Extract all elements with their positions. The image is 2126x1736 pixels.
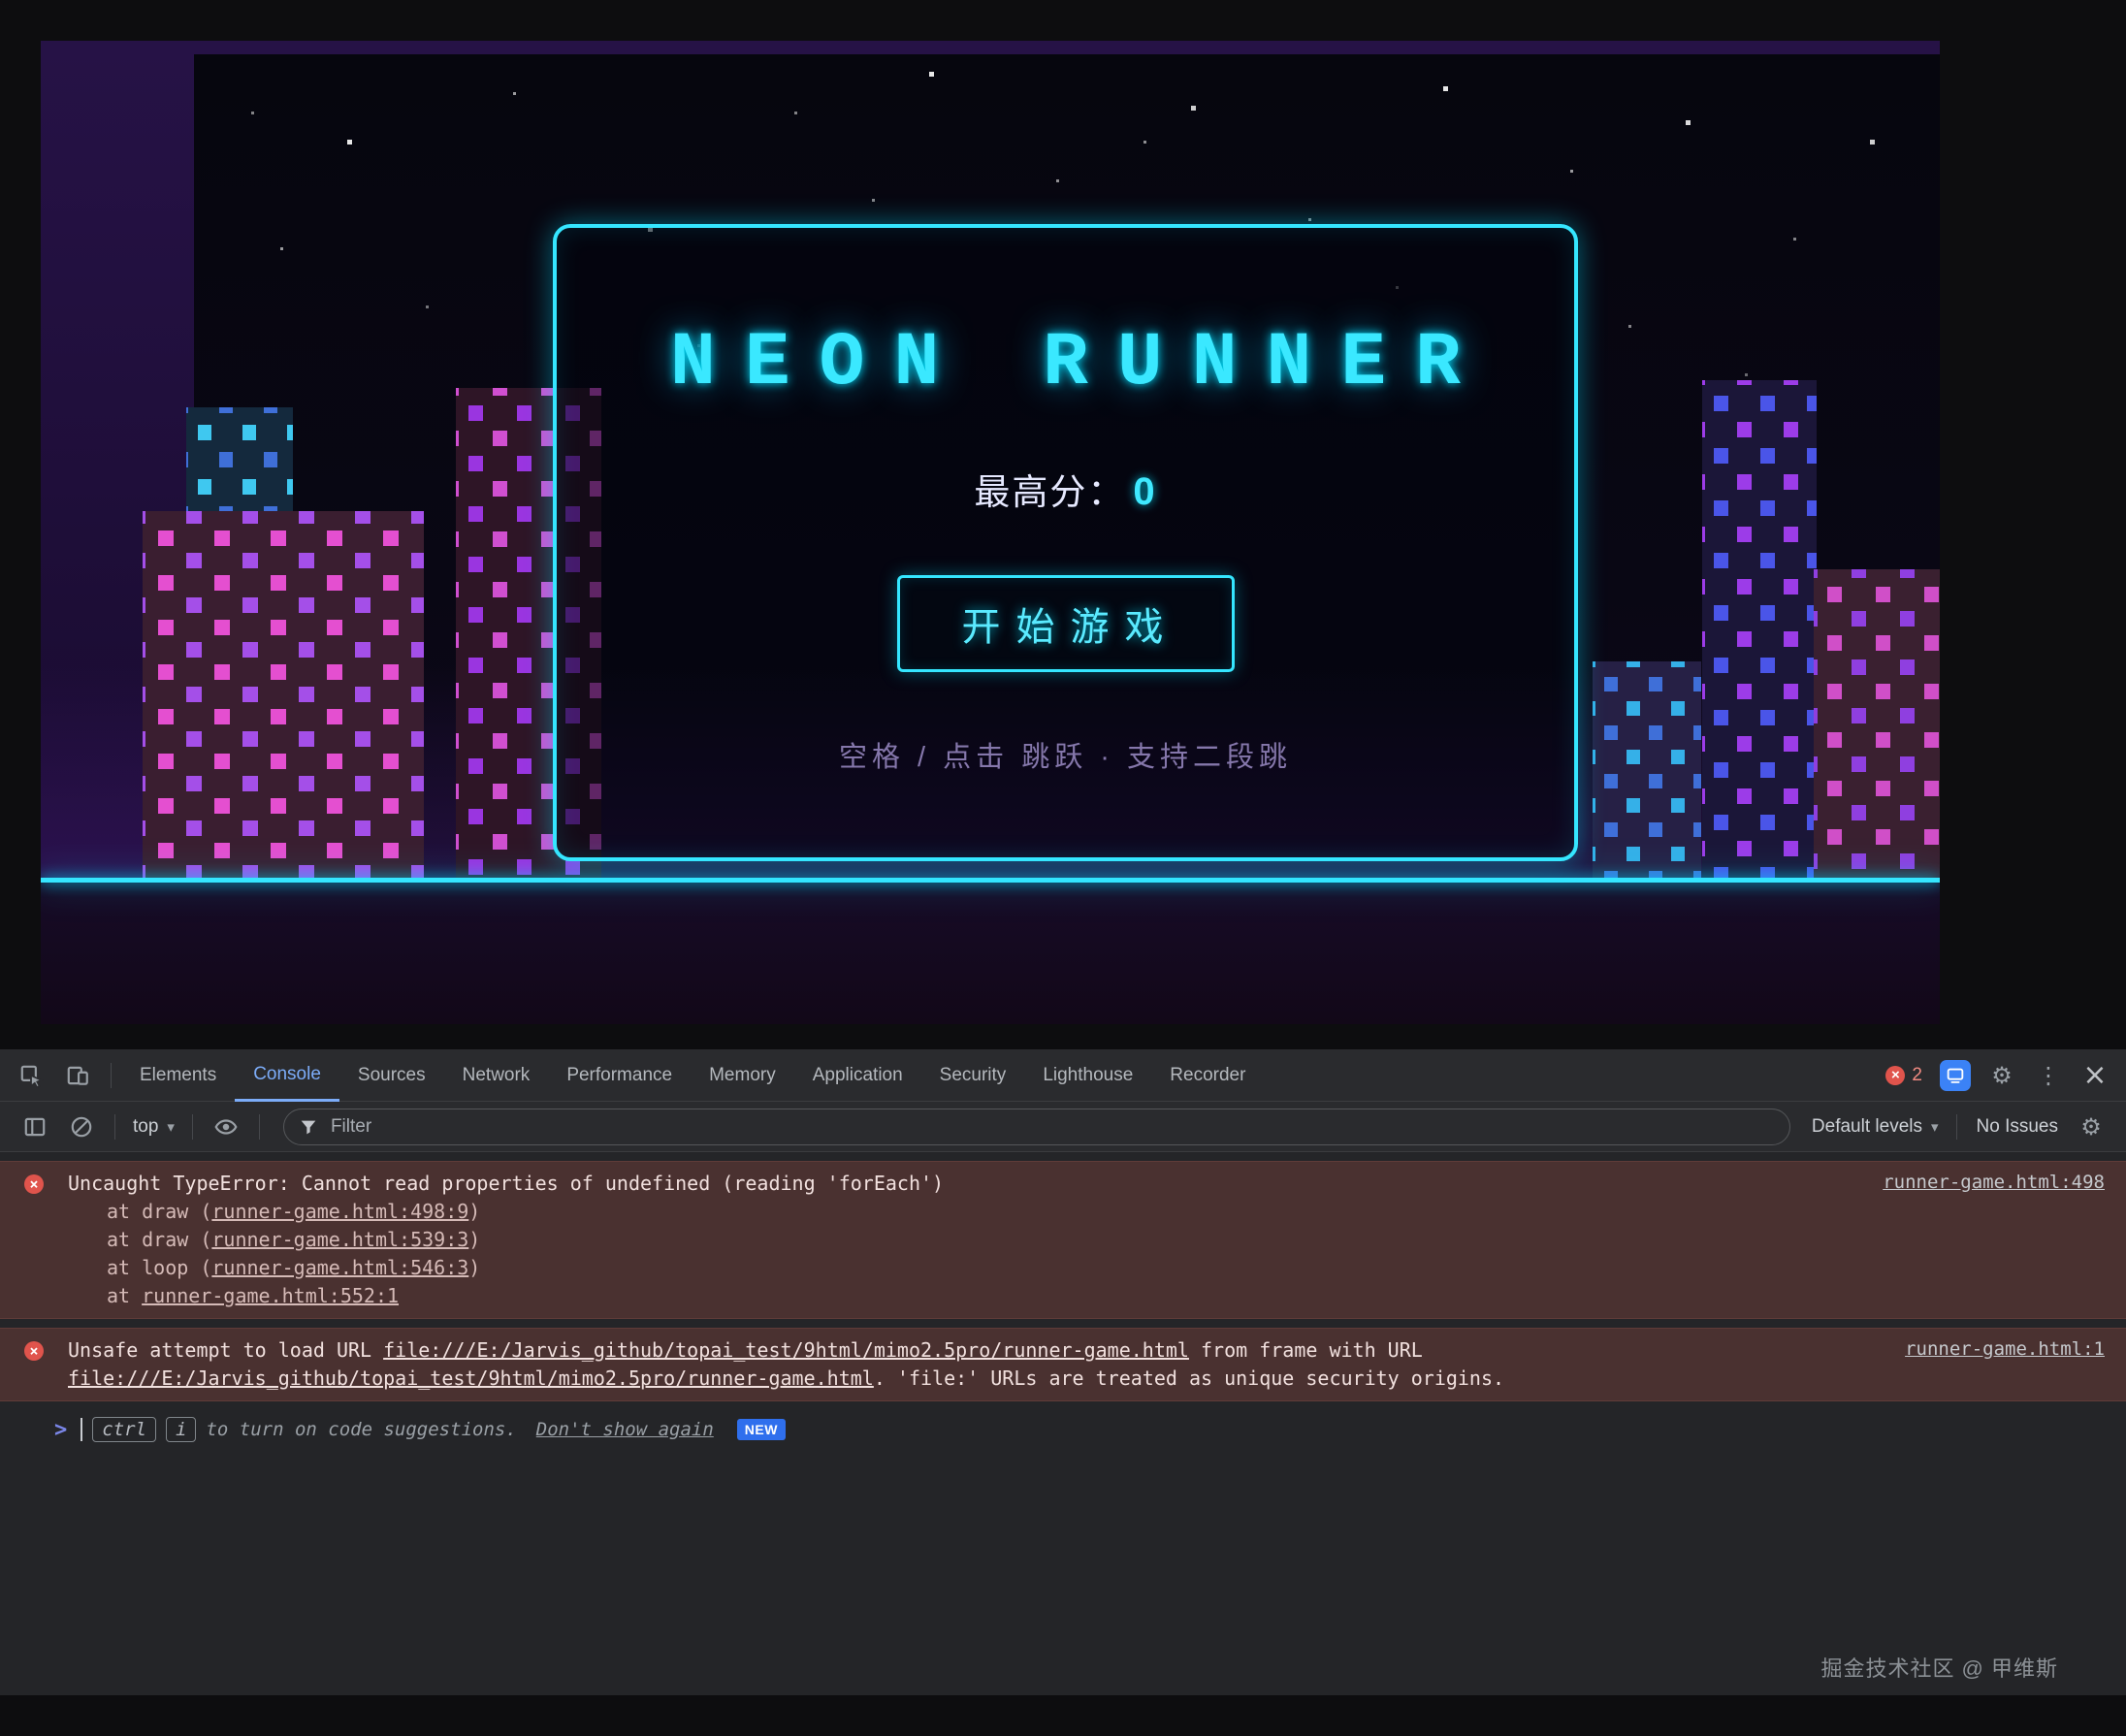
divider — [111, 1063, 112, 1088]
error-count: 2 — [1912, 1065, 1922, 1086]
console-filter[interactable] — [283, 1109, 1790, 1145]
i-key-hint: i — [166, 1417, 196, 1442]
tab-console[interactable]: Console — [235, 1049, 339, 1102]
divider — [114, 1114, 115, 1140]
game-menu-panel: NEON RUNNER 最高分：0 开始游戏 空格 / 点击 跳跃 · 支持二段… — [553, 224, 1578, 861]
clear-console-icon[interactable] — [58, 1106, 105, 1148]
controls-hint: 空格 / 点击 跳跃 · 支持二段跳 — [839, 734, 1292, 775]
inspect-element-icon[interactable] — [8, 1054, 54, 1097]
error-icon: × — [24, 1341, 44, 1361]
console-messages: × Uncaught TypeError: Cannot read proper… — [0, 1152, 2126, 1694]
error-icon: × — [1885, 1066, 1905, 1085]
screenshot-root: NEON RUNNER 最高分：0 开始游戏 空格 / 点击 跳跃 · 支持二段… — [0, 0, 2126, 1736]
start-game-button[interactable]: 开始游戏 — [897, 575, 1235, 672]
source-location-link[interactable]: runner-game.html:498 — [1883, 1172, 2105, 1193]
context-selector[interactable]: top ▾ — [125, 1116, 182, 1138]
tab-security[interactable]: Security — [921, 1049, 1025, 1102]
building — [1814, 569, 1940, 878]
filter-input[interactable] — [329, 1115, 1776, 1139]
console-settings-gear-icon[interactable]: ⚙ — [2068, 1106, 2114, 1148]
stack-frame: at runner-game.html:552:1 — [68, 1282, 1859, 1310]
prompt-chevron-icon: > — [54, 1418, 67, 1442]
divider — [259, 1114, 260, 1140]
tab-elements[interactable]: Elements — [121, 1049, 235, 1102]
error-gutter: × — [0, 1170, 68, 1194]
console-error-message: × Uncaught TypeError: Cannot read proper… — [0, 1161, 2126, 1319]
tab-network[interactable]: Network — [444, 1049, 549, 1102]
building — [1702, 380, 1817, 878]
live-expression-eye-icon[interactable] — [203, 1106, 249, 1148]
text-cursor — [81, 1418, 82, 1441]
stack-frame: at draw (runner-game.html:498:9) — [68, 1198, 1859, 1226]
building — [1593, 661, 1701, 878]
source-location-link[interactable]: runner-game.html:1 — [1905, 1338, 2105, 1360]
context-label: top — [133, 1116, 158, 1138]
dont-show-again-link[interactable]: Don't show again — [536, 1419, 714, 1440]
error-icon: × — [24, 1174, 44, 1194]
error-message-line: Unsafe attempt to load URL file:///E:/Ja… — [68, 1336, 1882, 1393]
divider — [192, 1114, 193, 1140]
issues-counter[interactable]: No Issues — [1967, 1116, 2068, 1138]
starfield — [194, 54, 195, 55]
console-toolbar: top ▾ Default levels ▾ No Issues ⚙ — [0, 1102, 2126, 1152]
divider — [1956, 1114, 1957, 1140]
stack-link[interactable]: runner-game.html:539:3 — [211, 1228, 468, 1251]
file-url-link[interactable]: file:///E:/Jarvis_github/topai_test/9htm… — [383, 1338, 1189, 1362]
tab-recorder[interactable]: Recorder — [1151, 1049, 1264, 1102]
device-toolbar-icon[interactable] — [54, 1054, 101, 1097]
close-devtools-icon[interactable]: × — [2072, 1054, 2118, 1097]
tab-lighthouse[interactable]: Lighthouse — [1024, 1049, 1151, 1102]
stack-frame: at draw (runner-game.html:539:3) — [68, 1226, 1859, 1254]
high-score-label: 最高分： — [974, 472, 1125, 512]
stack-frame: at loop (runner-game.html:546:3) — [68, 1254, 1859, 1282]
devtools-tabbar: Elements Console Sources Network Perform… — [0, 1049, 2126, 1102]
console-error-message: × Unsafe attempt to load URL file:///E:/… — [0, 1328, 2126, 1401]
log-levels-dropdown[interactable]: Default levels ▾ — [1804, 1116, 1947, 1138]
chevron-down-icon: ▾ — [1931, 1118, 1939, 1136]
settings-gear-icon[interactable]: ⚙ — [1979, 1054, 2025, 1097]
ctrl-key-hint: ctrl — [92, 1417, 156, 1442]
chevron-down-icon: ▾ — [167, 1118, 175, 1136]
high-score: 最高分：0 — [974, 463, 1156, 515]
error-text: Uncaught TypeError: Cannot read properti… — [68, 1170, 1859, 1310]
console-sidebar-icon[interactable] — [12, 1106, 58, 1148]
ground-area — [41, 883, 1940, 1024]
console-error-counter[interactable]: × 2 — [1885, 1065, 1922, 1086]
stack-link[interactable]: runner-game.html:546:3 — [211, 1256, 468, 1279]
more-options-icon[interactable]: ⋮ — [2025, 1054, 2072, 1097]
watermark: 掘金技术社区 @ 甲维斯 — [1820, 1652, 2058, 1683]
tab-performance[interactable]: Performance — [548, 1049, 691, 1102]
log-levels-label: Default levels — [1812, 1116, 1922, 1138]
console-prompt[interactable]: > ctrl i to turn on code suggestions. Do… — [0, 1401, 2126, 1442]
stack-link[interactable]: runner-game.html:498:9 — [211, 1200, 468, 1223]
file-url-link[interactable]: file:///E:/Jarvis_github/topai_test/9htm… — [68, 1366, 874, 1390]
error-gutter: × — [0, 1336, 68, 1361]
building — [143, 511, 424, 878]
error-message-line: Uncaught TypeError: Cannot read properti… — [68, 1170, 1859, 1198]
tab-application[interactable]: Application — [794, 1049, 921, 1102]
stack-link[interactable]: runner-game.html:552:1 — [142, 1284, 399, 1307]
game-page: NEON RUNNER 最高分：0 开始游戏 空格 / 点击 跳跃 · 支持二段… — [41, 41, 1940, 1024]
ground-line — [41, 878, 1940, 883]
suggestion-hint-text: to turn on code suggestions. — [206, 1419, 516, 1440]
tab-memory[interactable]: Memory — [691, 1049, 794, 1102]
new-badge: NEW — [737, 1419, 786, 1440]
tab-sources[interactable]: Sources — [339, 1049, 444, 1102]
high-score-value: 0 — [1133, 470, 1156, 513]
devtools-extension-icon[interactable] — [1940, 1060, 1971, 1091]
error-text: Unsafe attempt to load URL file:///E:/Ja… — [68, 1336, 1882, 1393]
game-title: NEON RUNNER — [641, 321, 1490, 406]
filter-funnel-icon — [298, 1116, 319, 1138]
devtools-panel: Elements Console Sources Network Perform… — [0, 1049, 2126, 1695]
